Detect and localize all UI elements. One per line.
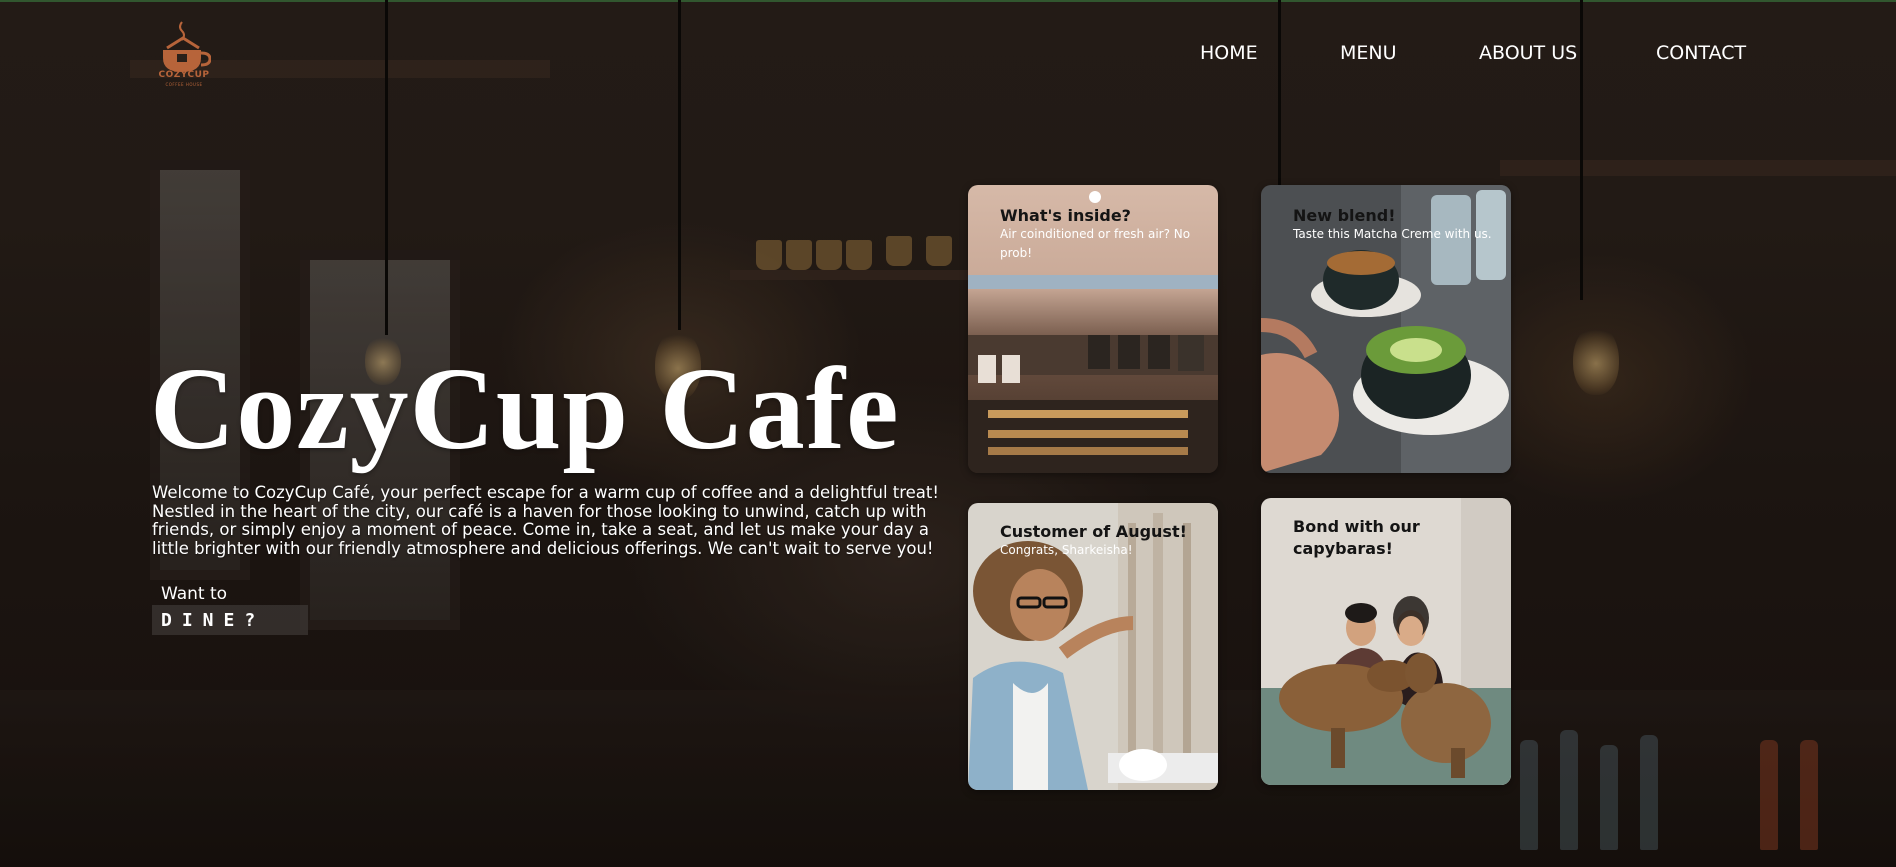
card-title: Customer of August! [1000,522,1187,541]
card-capybaras[interactable]: Bond with our capybaras! [1261,498,1511,785]
dine-button[interactable]: DINE? [152,605,308,635]
logo-tagline: COFFEE HOUSE [165,82,203,87]
nav-menu-link[interactable]: MENU [1340,42,1397,64]
hero-description: Welcome to CozyCup Café, your perfect es… [152,483,940,558]
nav-home-link[interactable]: HOME [1200,42,1258,64]
card-subtitle: Congrats, Sharkeisha! [1000,543,1133,557]
card-subtitle: Taste this Matcha Creme with us. [1293,227,1492,241]
card-subtitle: Air coinditioned or fresh air? No prob! [1000,227,1191,260]
nav-about-link[interactable]: ABOUT US [1479,42,1577,64]
nav-contact-link[interactable]: CONTACT [1656,42,1746,64]
card-customer-of-month[interactable]: Customer of August! Congrats, Sharkeisha… [968,503,1218,790]
logo-name: CozyCup [158,70,210,80]
card-title: New blend! [1293,206,1396,225]
main-nav: HOME MENU ABOUT US CONTACT [1160,42,1760,66]
hero-title: CozyCup Cafe [150,343,900,474]
card-title: What's inside? [1000,206,1131,225]
cta-prompt: Want to [161,584,228,604]
card-whats-inside[interactable]: What's inside? Air coinditioned or fresh… [968,185,1218,473]
card-new-blend[interactable]: New blend! Taste this Matcha Creme with … [1261,185,1511,473]
card-title: Bond with our capybaras! [1293,517,1420,558]
